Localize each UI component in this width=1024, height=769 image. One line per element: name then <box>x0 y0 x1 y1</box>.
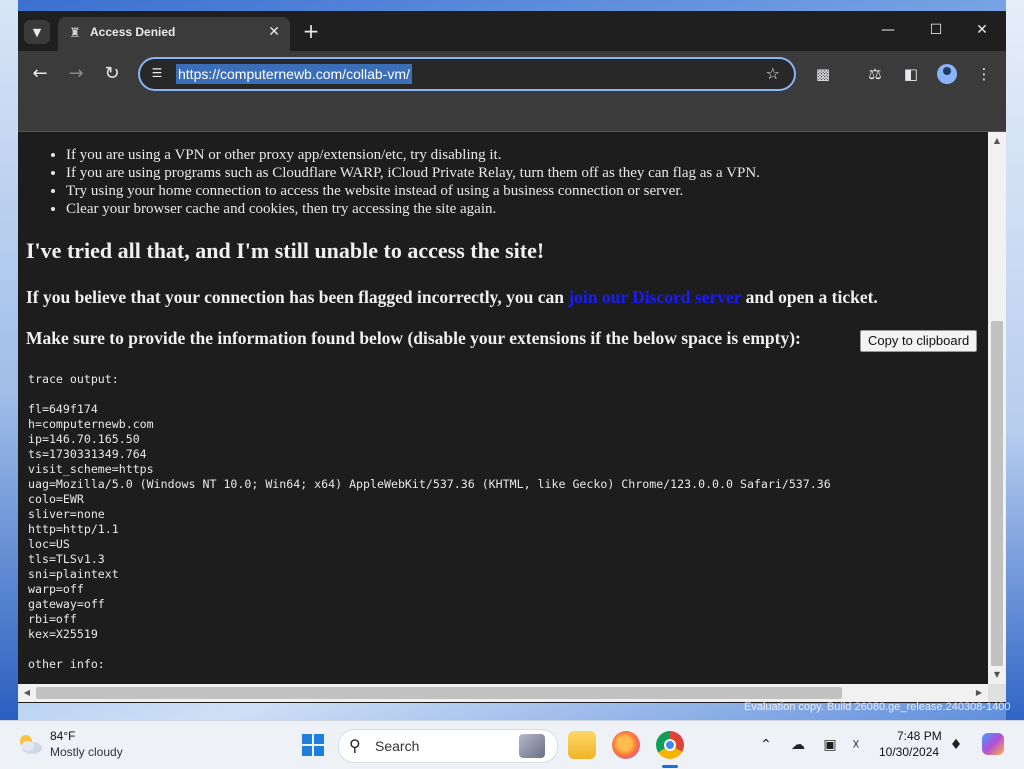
search-icon: ⚲ <box>349 736 361 755</box>
weather-description[interactable]: Mostly cloudy <box>50 745 123 759</box>
url-text[interactable]: https://computernewb.com/collab-vm/ <box>176 64 412 84</box>
windows-logo-tile <box>302 734 312 744</box>
firefox-icon[interactable] <box>612 731 640 759</box>
new-tab-button[interactable]: + <box>300 20 322 42</box>
copilot-icon[interactable] <box>982 733 1004 755</box>
tips-list: If you are using a VPN or other proxy ap… <box>66 146 760 218</box>
list-item: Clear your browser cache and cookies, th… <box>66 200 760 218</box>
tab-access-denied[interactable]: ♜ Access Denied ✕ <box>58 17 290 51</box>
page-heading: I've tried all that, and I'm still unabl… <box>26 238 545 263</box>
close-tab-icon[interactable]: ✕ <box>268 24 280 40</box>
windows-logo-tile <box>302 746 312 756</box>
maximize-button[interactable]: ☐ <box>916 18 956 42</box>
puzzle-icon[interactable]: ▩ <box>811 62 835 86</box>
desktop-left-edge <box>0 0 18 720</box>
reload-icon[interactable]: ↻ <box>100 62 124 86</box>
info-bar <box>18 97 1006 132</box>
minimize-button[interactable]: — <box>868 18 908 42</box>
scroll-up-icon[interactable]: ▲ <box>988 134 1006 148</box>
address-bar[interactable]: ☰ https://computernewb.com/collab-vm/ ☆ <box>138 57 796 91</box>
desktop-right-edge <box>1006 0 1024 720</box>
bookmark-star-icon[interactable]: ☆ <box>766 64 780 83</box>
provide-info-heading: Make sure to provide the information fou… <box>26 328 801 348</box>
vertical-scroll-thumb[interactable] <box>991 321 1003 666</box>
weather-temperature[interactable]: 84°F <box>50 729 75 743</box>
tab-title: Access Denied <box>90 25 176 39</box>
vertical-scrollbar[interactable]: ▲ ▼ <box>988 132 1006 684</box>
back-arrow-icon[interactable]: ← <box>28 62 52 86</box>
tab-search-button[interactable]: ▼ <box>24 20 50 44</box>
forward-arrow-icon[interactable]: → <box>64 62 88 86</box>
chevron-up-icon[interactable]: ⌃ <box>756 735 776 755</box>
browser-window: ▼ ♜ Access Denied ✕ + — ☐ ✕ ← → ↻ ☰ http… <box>18 11 1006 703</box>
taskbar: 84°F Mostly cloudy ⚲ Search ⌃ ☁ ▣ ☓ 7:48… <box>0 720 1024 769</box>
ticket-paragraph: If you believe that your connection has … <box>26 287 878 308</box>
ticket-suffix: and open a ticket. <box>741 287 878 307</box>
discord-link[interactable]: join our Discord server <box>568 287 741 307</box>
search-label: Search <box>375 738 420 754</box>
evaluation-watermark: Evaluation copy. Build 26080.ge_release.… <box>744 701 1011 713</box>
scroll-down-icon[interactable]: ▼ <box>988 668 1006 682</box>
list-item: Try using your home connection to access… <box>66 182 760 200</box>
copy-to-clipboard-button[interactable]: Copy to clipboard <box>860 330 978 352</box>
cloudy-weather-icon[interactable] <box>16 731 44 757</box>
clock-date[interactable]: 10/30/2024 <box>879 745 939 759</box>
tab-strip: ▼ ♜ Access Denied ✕ + — ☐ ✕ <box>18 11 1006 51</box>
labs-flask-icon[interactable]: ⚖ <box>863 62 887 86</box>
scroll-right-icon[interactable]: ▶ <box>972 684 986 702</box>
scroll-left-icon[interactable]: ◀ <box>20 684 34 702</box>
list-item: If you are using a VPN or other proxy ap… <box>66 146 760 164</box>
site-info-icon[interactable]: ☰ <box>149 65 165 81</box>
close-window-button[interactable]: ✕ <box>962 18 1002 42</box>
windows-logo-tile <box>314 746 324 756</box>
notification-bell-icon[interactable]: ♦ <box>946 735 966 755</box>
more-menu-icon[interactable]: ⋮ <box>972 62 996 86</box>
horizontal-scroll-thumb[interactable] <box>36 687 842 699</box>
page-content: If you are using a VPN or other proxy ap… <box>18 132 988 684</box>
volume-muted-icon[interactable]: ☓ <box>846 735 866 755</box>
search-highlight-icon <box>519 734 545 758</box>
onedrive-cloud-icon[interactable]: ☁ <box>788 735 808 755</box>
clock-time[interactable]: 7:48 PM <box>897 729 942 743</box>
list-item: If you are using programs such as Cloudf… <box>66 164 760 182</box>
ticket-prefix: If you believe that your connection has … <box>26 287 569 307</box>
horizontal-scrollbar[interactable]: ◀ ▶ <box>18 684 988 702</box>
taskbar-search-box[interactable]: ⚲ Search <box>338 729 558 763</box>
file-explorer-icon[interactable] <box>568 731 596 759</box>
chrome-icon[interactable] <box>656 731 684 759</box>
scrollbar-corner <box>988 684 1006 702</box>
profile-avatar-icon[interactable] <box>937 64 957 84</box>
network-icon[interactable]: ▣ <box>820 735 840 755</box>
browser-toolbar: ← → ↻ ☰ https://computernewb.com/collab-… <box>18 51 1006 97</box>
trace-output: trace output: fl=649f174 h=computernewb.… <box>28 372 831 671</box>
windows-logo-tile <box>314 734 324 744</box>
start-button[interactable] <box>302 734 324 756</box>
ghost-icon: ♜ <box>69 26 81 41</box>
side-panel-icon[interactable]: ◧ <box>899 62 923 86</box>
